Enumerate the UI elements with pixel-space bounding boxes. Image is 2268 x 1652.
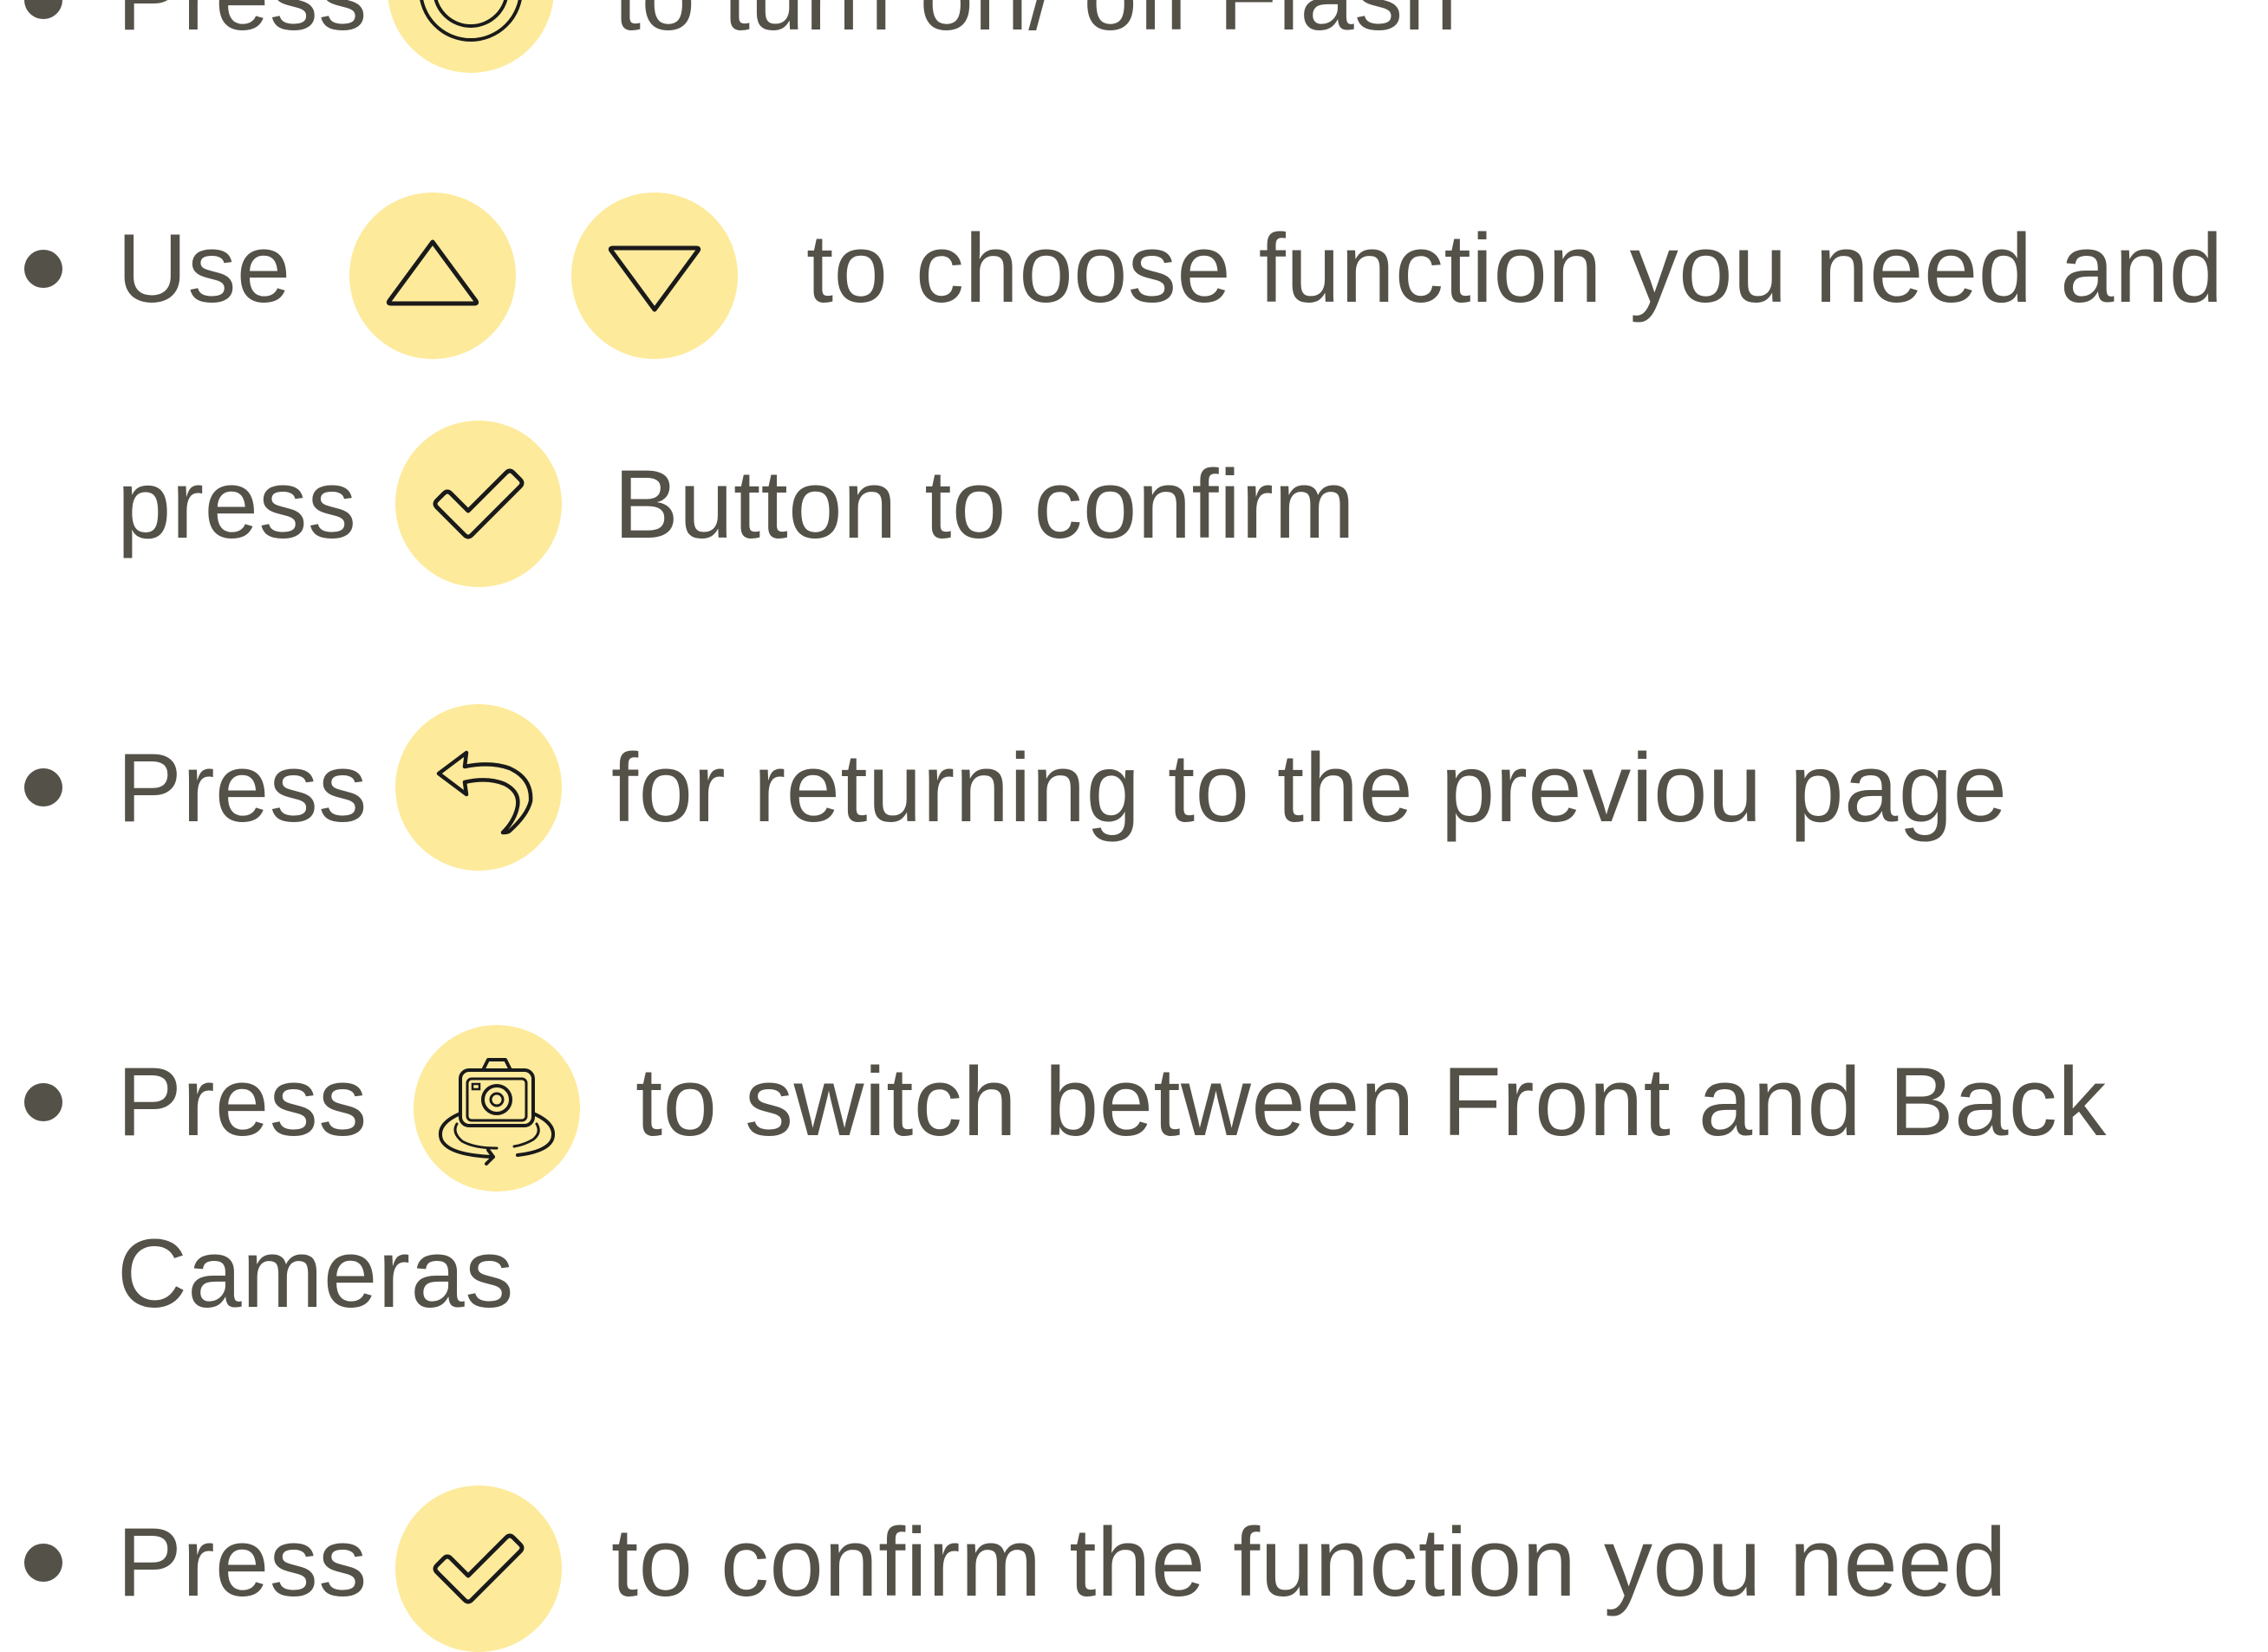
- item-4-suffix: to switch between Front and Back: [635, 1048, 2107, 1156]
- item-1-prefix: Press: [117, 0, 368, 45]
- item-1-suffix: to turn on/ off Flash: [614, 0, 1457, 45]
- bullet: [24, 0, 62, 19]
- up-triangle-icon: [349, 193, 516, 359]
- item-3-suffix: for returning to the previou page: [611, 734, 2008, 842]
- bullet: [24, 250, 62, 288]
- item-5-suffix: to confirm the function you need: [611, 1508, 2007, 1616]
- bullet: [24, 1544, 62, 1582]
- check-icon: [395, 421, 562, 587]
- item-2-prefix: Use: [117, 214, 291, 323]
- bullet: [24, 768, 62, 806]
- return-arrow-icon: [395, 704, 562, 871]
- item-4-continuation: Cameras: [117, 1219, 514, 1328]
- item-2-suffix: to choose function you need and: [806, 214, 2224, 323]
- instruction-page: Press to turn on/ off Flash Use to choos…: [0, 0, 2268, 1652]
- camera-switch-icon: [414, 1025, 580, 1192]
- item-2-continuation-prefix: press: [117, 450, 357, 558]
- bullet: [24, 1083, 62, 1121]
- flash-button-icon: [388, 0, 554, 73]
- check-icon: [395, 1485, 562, 1652]
- item-4-prefix: Press: [117, 1048, 368, 1156]
- item-2-continuation-suffix: Button to confirm: [614, 450, 1356, 558]
- item-3-prefix: Press: [117, 734, 368, 842]
- down-triangle-icon: [571, 193, 738, 359]
- item-5-prefix: Press: [117, 1508, 368, 1616]
